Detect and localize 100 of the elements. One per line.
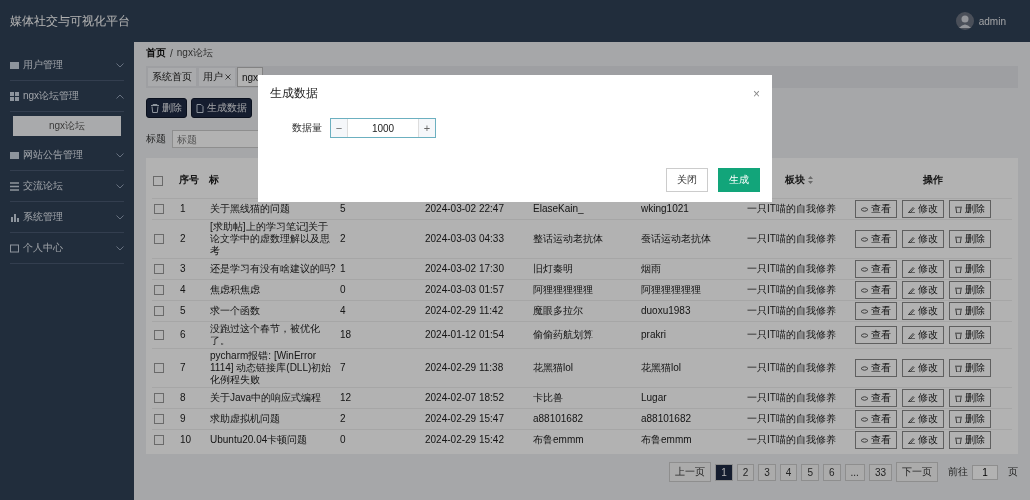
row-action-button[interactable]: 删除: [949, 302, 991, 320]
edit-icon: [908, 286, 915, 294]
row-action-button[interactable]: 查看: [855, 431, 897, 449]
row-checkbox[interactable]: [154, 285, 164, 296]
close-button[interactable]: ×: [753, 86, 760, 101]
prev-page-button[interactable]: 上一页: [669, 462, 712, 482]
row-action-button[interactable]: 查看: [855, 230, 897, 248]
eye-icon: [861, 436, 868, 444]
row-action-button[interactable]: 查看: [855, 410, 897, 428]
table-cell: 焦虑积焦虑: [210, 284, 260, 295]
page-button[interactable]: ...: [844, 463, 865, 481]
menu-group[interactable]: 网站公告管理: [10, 140, 124, 171]
row-action-button[interactable]: 删除: [949, 431, 991, 449]
close-icon[interactable]: [225, 74, 231, 80]
row-action-button[interactable]: 修改: [902, 389, 944, 407]
page-button[interactable]: 1: [715, 463, 733, 481]
table-cell: wking1021: [641, 203, 689, 214]
tab[interactable]: 系统首页: [148, 68, 196, 86]
next-page-button[interactable]: 下一页: [896, 462, 938, 482]
menu-group[interactable]: 个人中心: [10, 233, 124, 264]
table-cell: 4: [180, 284, 186, 295]
select-all-checkbox[interactable]: [153, 175, 163, 186]
dialog-button[interactable]: 关闭: [666, 168, 708, 192]
row-action-button[interactable]: 查看: [855, 302, 897, 320]
row-checkbox[interactable]: [154, 204, 164, 215]
tab[interactable]: ngx: [238, 68, 263, 86]
edit-icon: [908, 364, 915, 372]
table-cell: 2024-03-02 22:47: [425, 203, 504, 214]
page-input[interactable]: 1: [972, 464, 998, 480]
row-checkbox[interactable]: [154, 234, 164, 245]
sort-icon[interactable]: [808, 176, 813, 185]
page-button[interactable]: 33: [868, 463, 892, 481]
menu-group[interactable]: ngx论坛管理: [10, 81, 124, 112]
breadcrumb-item[interactable]: 首页: [146, 46, 166, 60]
page-button[interactable]: 4: [779, 463, 798, 481]
table-cell: 魔眼多拉尔: [533, 305, 583, 316]
row-action-button[interactable]: 查看: [855, 200, 897, 218]
menu-group[interactable]: 系统管理: [10, 202, 124, 233]
avatar-icon[interactable]: [955, 12, 974, 30]
row-action-button[interactable]: 查看: [855, 260, 897, 278]
row-checkbox[interactable]: [154, 414, 164, 425]
row-action-button[interactable]: 删除: [949, 230, 991, 248]
table-cell: 3: [180, 263, 186, 274]
row-checkbox[interactable]: [154, 330, 164, 341]
row-checkbox[interactable]: [154, 393, 164, 404]
decrement-button[interactable]: −: [331, 119, 347, 137]
row-action-button[interactable]: 修改: [902, 230, 944, 248]
row-action-button[interactable]: 修改: [902, 326, 944, 344]
table-cell: 2024-01-12 01:54: [425, 329, 504, 340]
table-cell: 烟雨: [641, 263, 661, 274]
row-action-button[interactable]: 修改: [902, 359, 944, 377]
number-field[interactable]: 1000: [347, 119, 419, 137]
column-header: 标: [209, 174, 219, 185]
row-action-button[interactable]: 查看: [855, 359, 897, 377]
table-cell: 偷偷药航划算: [533, 329, 593, 340]
row-action-button[interactable]: 删除: [949, 200, 991, 218]
page-button[interactable]: 3: [758, 463, 776, 481]
number-input[interactable]: − 1000 +: [330, 118, 436, 138]
row-action-button[interactable]: 修改: [902, 410, 944, 428]
table-cell: 阿狸狸狸狸狸: [533, 284, 593, 295]
eye-icon: [861, 331, 868, 339]
row-action-button[interactable]: 查看: [855, 389, 897, 407]
row-action-button[interactable]: 查看: [855, 281, 897, 299]
row-checkbox[interactable]: [154, 306, 164, 317]
field-label: 数据量: [292, 121, 322, 135]
row-action-button[interactable]: 删除: [949, 389, 991, 407]
row-action-button[interactable]: 修改: [902, 302, 944, 320]
edit-icon: [908, 235, 915, 243]
row-action-button[interactable]: 修改: [902, 281, 944, 299]
row-action-button[interactable]: 删除: [949, 326, 991, 344]
menu-item[interactable]: ngx论坛: [13, 116, 121, 136]
edit-icon: [908, 265, 915, 273]
row-action-button[interactable]: 删除: [949, 359, 991, 377]
row-action-button[interactable]: 修改: [902, 200, 944, 218]
menu-group[interactable]: 用户管理: [10, 50, 124, 81]
table-cell: 2: [340, 413, 346, 424]
row-action-button[interactable]: 修改: [902, 431, 944, 449]
trash-icon: [955, 265, 962, 273]
table-cell: 18: [340, 329, 352, 340]
username[interactable]: admin: [978, 15, 1006, 27]
row-action-button[interactable]: 删除: [949, 281, 991, 299]
row-action-button[interactable]: 修改: [902, 260, 944, 278]
toolbar-button[interactable]: 删除: [146, 98, 187, 118]
page-button[interactable]: 2: [736, 463, 755, 481]
tab[interactable]: 用户: [199, 68, 235, 86]
table-cell: 9: [180, 413, 186, 424]
row-action-button[interactable]: 查看: [855, 326, 897, 344]
row-checkbox[interactable]: [154, 363, 164, 374]
toolbar-button[interactable]: 生成数据: [191, 98, 252, 118]
breadcrumb-item[interactable]: ngx论坛: [176, 46, 213, 60]
row-checkbox[interactable]: [154, 264, 164, 275]
table-cell: a88101682: [533, 413, 584, 424]
page-button[interactable]: 6: [822, 463, 841, 481]
column-header: 操作: [922, 174, 943, 185]
row-checkbox[interactable]: [154, 435, 164, 446]
row-action-button[interactable]: 删除: [949, 260, 991, 278]
increment-button[interactable]: +: [419, 119, 435, 137]
menu-group[interactable]: 交流论坛: [10, 171, 124, 202]
page-button[interactable]: 5: [801, 463, 819, 481]
row-action-button[interactable]: 删除: [949, 410, 991, 428]
